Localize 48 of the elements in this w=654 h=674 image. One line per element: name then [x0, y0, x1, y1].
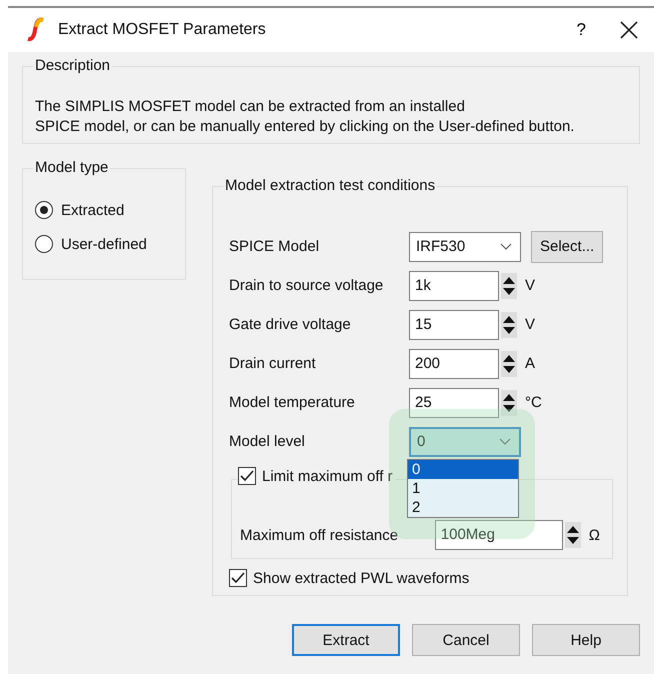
- dropdown-option[interactable]: 1: [408, 479, 518, 498]
- input-field[interactable]: 200: [409, 348, 499, 378]
- input-field[interactable]: 1k: [409, 270, 499, 300]
- radio-button[interactable]: Extracted: [35, 193, 173, 227]
- spinner-icon[interactable]: [564, 522, 581, 548]
- checkmark-icon: [231, 572, 245, 584]
- field-label: SPICE Model: [229, 238, 320, 255]
- input-field[interactable]: 15: [409, 310, 499, 340]
- level-dropdown[interactable]: 0: [409, 426, 521, 456]
- input-field[interactable]: 100Meg: [434, 520, 563, 550]
- input-field[interactable]: 25: [409, 388, 499, 418]
- radio-indicator[interactable]: [35, 235, 53, 253]
- spinner-icon[interactable]: [501, 350, 517, 376]
- group-title: Description: [33, 57, 112, 74]
- spinner-icon[interactable]: [501, 272, 517, 298]
- dialog-button[interactable]: Cancel: [412, 624, 520, 656]
- field-label: Gate drive voltage: [229, 316, 352, 333]
- radio-indicator[interactable]: [35, 201, 53, 219]
- field-label: Model level: [229, 433, 306, 450]
- dropdown-option[interactable]: 0: [408, 460, 518, 479]
- unit-label: Ω: [588, 526, 600, 544]
- description-text: The SIMPLIS MOSFET model can be extracted from an installed SPICE model, or can be manually entered by clicking on the User-defined button.: [35, 97, 576, 137]
- app-logo-icon: [26, 17, 46, 43]
- dialog-button[interactable]: Help: [532, 624, 640, 656]
- unit-label: V: [525, 316, 536, 333]
- field-label: Drain current: [229, 355, 317, 372]
- unit-label: A: [525, 355, 536, 372]
- window-title: Extract MOSFET Parameters: [58, 21, 267, 39]
- radio-button[interactable]: User-defined: [35, 227, 173, 261]
- spinner-icon[interactable]: [501, 312, 517, 338]
- select-button[interactable]: Select...: [531, 230, 604, 262]
- unit-label: °C: [525, 394, 542, 411]
- spinner-icon[interactable]: [501, 390, 517, 416]
- dropdown-option[interactable]: 2: [408, 498, 518, 517]
- caret-icon: [499, 438, 511, 446]
- help-button[interactable]: ?: [576, 20, 586, 40]
- field-label: Drain to source voltage: [229, 277, 384, 294]
- unit-label: V: [525, 277, 536, 294]
- model-dropdown[interactable]: IRF530: [409, 232, 521, 262]
- checkmark-icon: [240, 470, 254, 482]
- field-label: Model temperature: [229, 394, 356, 411]
- close-button[interactable]: [620, 21, 638, 39]
- group-title: Model type: [33, 159, 110, 176]
- caret-icon: [500, 242, 512, 250]
- field-label: Maximum off resistance: [240, 526, 398, 544]
- dialog-button[interactable]: Extract: [292, 624, 400, 656]
- checkbox[interactable]: Show extracted PWL waveforms: [229, 569, 611, 587]
- checkbox[interactable]: Limit maximum off r: [238, 467, 395, 485]
